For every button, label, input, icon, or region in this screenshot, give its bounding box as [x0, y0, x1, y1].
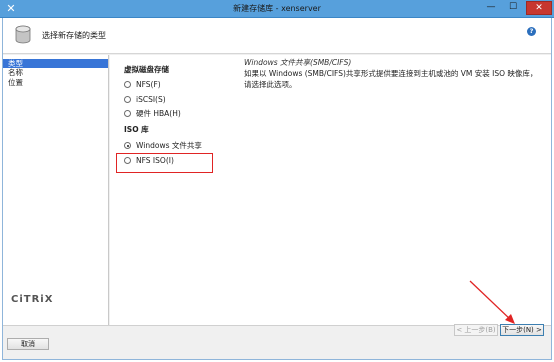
radio-nfs[interactable]: NFS(F): [124, 79, 161, 90]
virtual-disk-group-label: 虚拟磁盘存储: [124, 65, 169, 74]
radio-circle: [124, 81, 131, 88]
radio-circle: [124, 96, 131, 103]
wizard-steps: 类型 名称 位置 CiTRiX: [3, 55, 109, 325]
radio-label: NFS ISO(I): [136, 156, 174, 165]
title-bar: ✕ 新建存储库 - xenserver — ☐ ✕: [0, 0, 554, 18]
iso-group-label: ISO 库: [124, 125, 149, 134]
radio-hba[interactable]: 硬件 HBA(H): [124, 108, 181, 119]
previous-button[interactable]: < 上一步(B): [454, 324, 498, 336]
citrix-logo: CiTRiX: [11, 294, 54, 305]
radio-label: NFS(F): [136, 80, 161, 89]
window-title: 新建存储库 - xenserver: [233, 4, 321, 13]
nav-item-name[interactable]: 名称: [3, 68, 108, 77]
radio-circle: [124, 157, 131, 164]
radio-iscsi[interactable]: iSCSI(S): [124, 94, 166, 105]
page-title: 选择新存储的类型: [42, 31, 106, 40]
minimize-button[interactable]: —: [480, 1, 502, 15]
radio-windows-share[interactable]: Windows 文件共享: [124, 140, 202, 151]
close-button[interactable]: ✕: [526, 1, 552, 15]
content-panel: 虚拟磁盘存储 NFS(F) iSCSI(S) 硬件 HBA(H) ISO 库 W…: [110, 55, 551, 325]
radio-label: 硬件 HBA(H): [136, 109, 181, 118]
cancel-button[interactable]: 取消: [7, 338, 49, 350]
help-icon[interactable]: ?: [527, 27, 536, 36]
nav-item-location[interactable]: 位置: [3, 78, 108, 87]
wizard-header: 选择新存储的类型 ?: [3, 18, 551, 54]
storage-icon: [15, 25, 31, 44]
radio-label: iSCSI(S): [136, 95, 166, 104]
description-text: 如果以 Windows (SMB/CIFS)共享形式提供要连接到主机或池的 VM…: [244, 69, 538, 89]
maximize-button[interactable]: ☐: [502, 1, 524, 15]
nav-item-type[interactable]: 类型: [3, 59, 108, 68]
description-title: Windows 文件共享(SMB/CIFS): [244, 58, 352, 67]
radio-label: Windows 文件共享: [136, 141, 202, 150]
wizard-dialog: 选择新存储的类型 ? 类型 名称 位置 CiTRiX 虚拟磁盘存储 NFS(F)…: [2, 18, 552, 360]
next-button[interactable]: 下一步(N) >: [500, 324, 544, 336]
radio-circle: [124, 142, 131, 149]
radio-circle: [124, 110, 131, 117]
radio-nfs-iso[interactable]: NFS ISO(I): [124, 155, 174, 166]
